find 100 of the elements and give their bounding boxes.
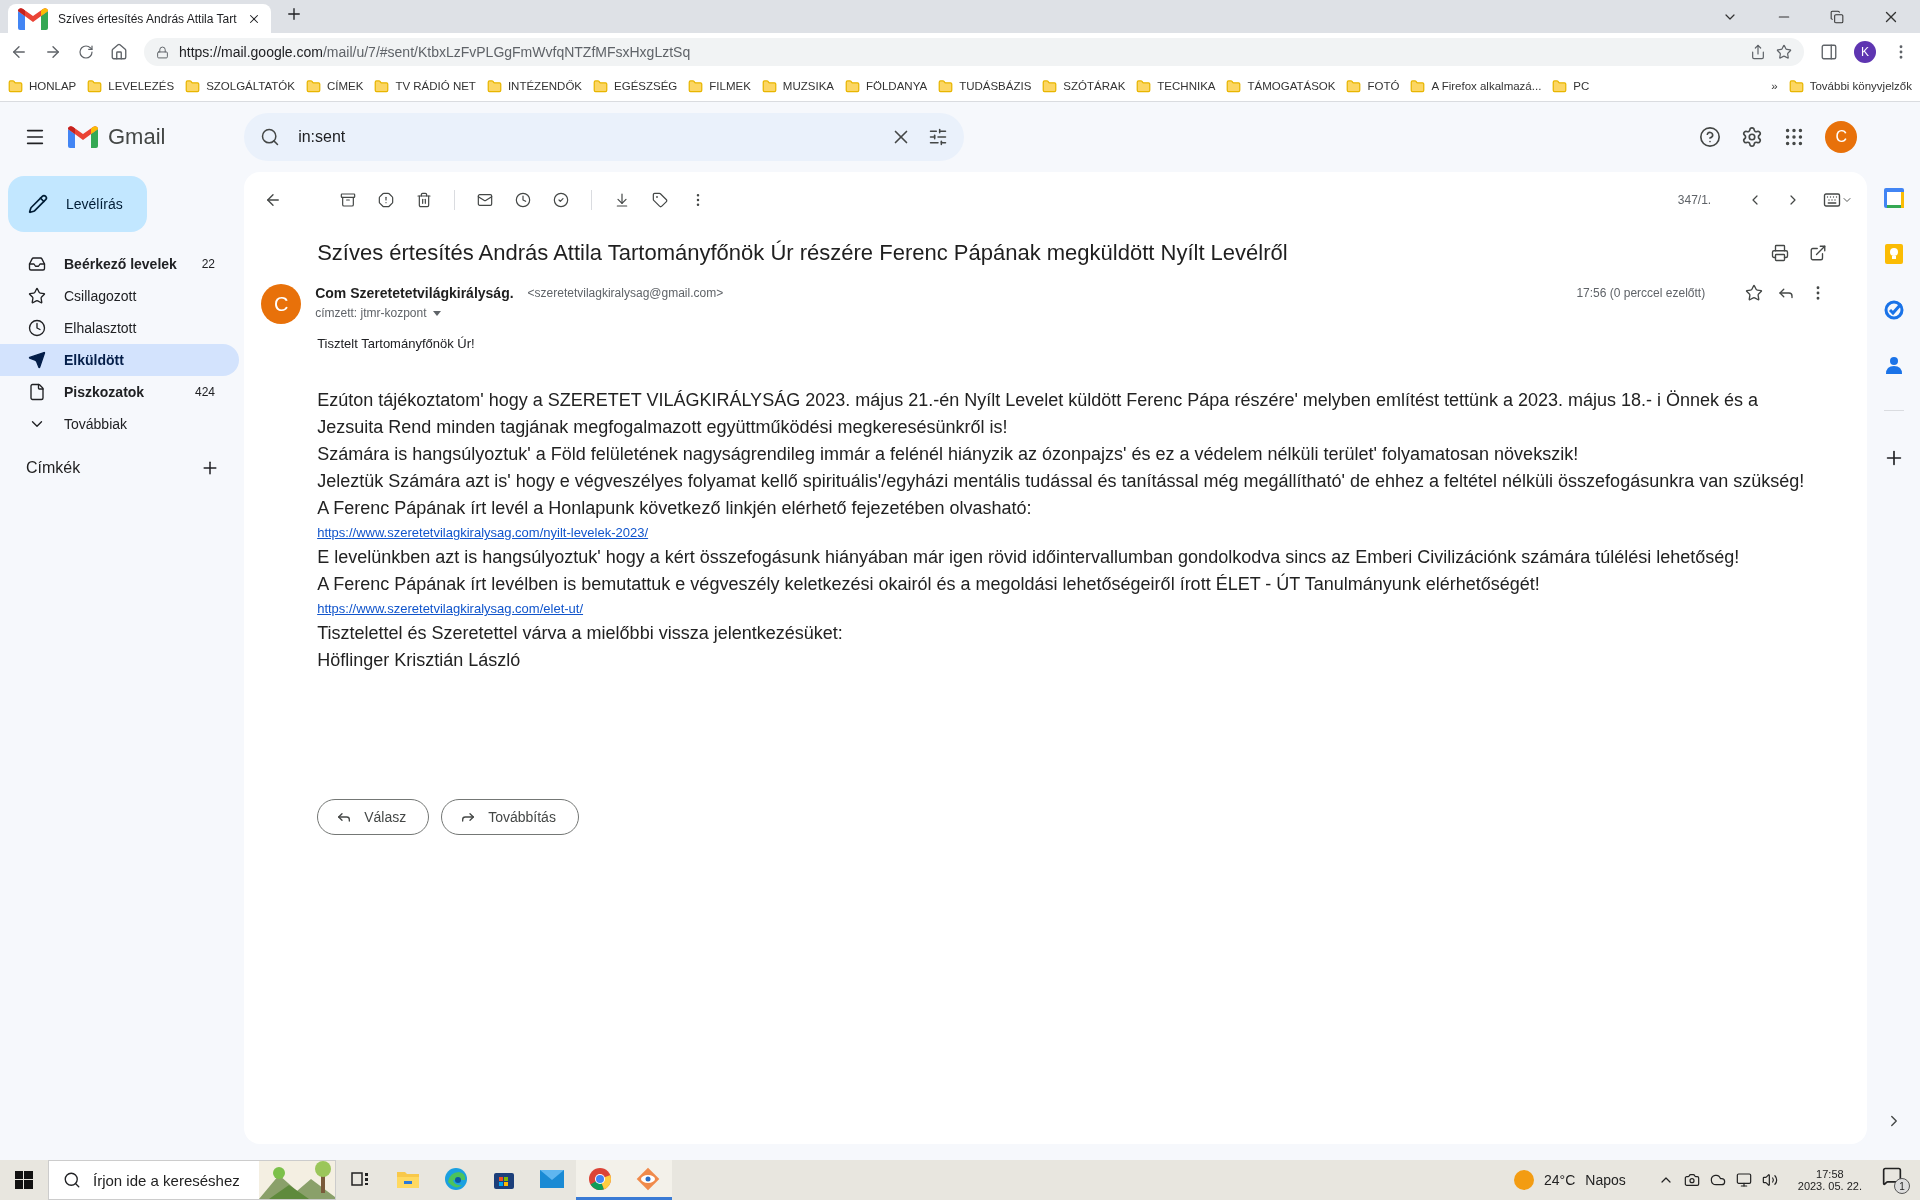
bookmark-star-icon[interactable] [1776, 44, 1792, 60]
settings-icon[interactable] [1741, 126, 1764, 148]
bookmark-folder[interactable]: EGÉSZSÉG [593, 78, 678, 94]
search-icon[interactable] [63, 1171, 81, 1189]
delete-icon[interactable] [416, 192, 433, 208]
bookmark-folder[interactable]: SZOLGÁLTATÓK [185, 78, 295, 94]
forward-button[interactable]: Továbbítás [441, 799, 579, 835]
sender-email: <szeretetvilagkiralysag@gmail.com> [527, 286, 725, 300]
nav-item[interactable]: Csillagozott [0, 280, 239, 312]
body-link[interactable]: https://www.szeretetvilagkiralysag.com/nyilt-levelek-2023/ [317, 522, 649, 544]
weather-text: Napos [1585, 1172, 1626, 1188]
folder-icon [1136, 78, 1152, 94]
restore-icon[interactable] [1830, 9, 1844, 24]
body-paragraph: A Ferenc Pápának írt levélben is bemutattuk e végveszély keletkezési okairól és a megoldási lehetőségeiről írott ÉLET - ÚT Tanulmányunk elérhetőségét! [317, 572, 1541, 596]
back-icon[interactable] [10, 43, 28, 61]
forward-icon[interactable] [44, 43, 62, 61]
archive-icon[interactable] [340, 192, 357, 208]
labels-heading: Címkék [26, 459, 81, 477]
bookmark-folder[interactable]: TUDÁSBÁZIS [938, 78, 1032, 94]
notification-icon[interactable] [1882, 1166, 1902, 1186]
body-link[interactable]: https://www.szeretetvilagkiralysag.com/elet-ut/ [317, 598, 584, 620]
bookmark-folder[interactable]: SZÓTÁRAK [1042, 78, 1126, 94]
gmail-logo-icon [18, 7, 48, 30]
nav-item[interactable]: Elküldött [0, 344, 239, 376]
keyboard-icon[interactable] [1823, 191, 1842, 209]
reload-icon[interactable] [78, 44, 94, 60]
folder-icon [761, 78, 777, 94]
address-bar[interactable]: https://mail.google.com/mail/u/7/#sent/KtbxLzFvPLGgFmWvfqNTZfMFsxHxgLztSq [144, 38, 1804, 66]
add-task-icon[interactable] [553, 192, 570, 208]
search-icon[interactable] [260, 127, 281, 147]
other-bookmarks-folder[interactable]: További könyvjelzők [1788, 78, 1912, 94]
bookmark-folder[interactable]: MUZSIKA [761, 78, 834, 94]
bookmark-folder[interactable]: LEVELEZÉS [87, 78, 175, 94]
body-paragraph: Höflinger Krisztián László [317, 649, 522, 672]
compose-button[interactable]: Levélírás [8, 176, 147, 232]
chrome-icon[interactable] [588, 1166, 612, 1191]
person-icon[interactable] [1885, 356, 1902, 374]
star-icon[interactable] [1745, 284, 1764, 302]
nav-item[interactable]: Továbbiak [0, 408, 239, 440]
folder-icon [593, 78, 609, 94]
message-time: 17:56 (0 perccel ezelőtt) [1576, 286, 1706, 300]
sender-avatar: C [261, 284, 302, 324]
envelope-icon[interactable] [540, 1169, 564, 1188]
folder-icon [1042, 78, 1058, 94]
windows-start-icon[interactable] [15, 1171, 33, 1189]
print-icon[interactable] [1771, 244, 1790, 262]
calendar-icon[interactable] [1883, 188, 1904, 208]
cloud-icon[interactable] [1709, 1172, 1726, 1188]
nav-item[interactable]: Beérkező levelek 22 [0, 248, 239, 280]
bookmark-folder[interactable]: PC [1552, 78, 1590, 94]
bookmark-folder[interactable]: TV RÁDIÓ NET [374, 78, 476, 94]
new-window-icon[interactable] [1809, 244, 1828, 262]
body-paragraph: A Ferenc Pápának írt levél a Honlapunk következő linkjén elérhető fejezetében olvasható: [317, 497, 1033, 520]
search-field[interactable]: in:sent [296, 127, 875, 147]
email-subject: Szíves értesítés András Attila Tartományfőnök Úr részére Ferenc Pápának megküldött Nyílt Levélről [317, 240, 1289, 266]
share-icon[interactable] [1750, 44, 1766, 60]
folder-icon [1346, 78, 1362, 94]
taskbar-button[interactable] [576, 1160, 624, 1200]
reply-button[interactable]: Válasz [317, 799, 430, 835]
bookmark-folder[interactable]: CÍMEK [305, 78, 364, 94]
more-bookmarks-button[interactable]: » [1771, 80, 1778, 92]
bookmark-folder[interactable]: A Firefox alkalmazá... [1410, 78, 1542, 94]
task-view-icon[interactable] [351, 1170, 369, 1187]
send-icon [28, 351, 46, 369]
taskbar-button[interactable] [624, 1160, 672, 1200]
bookmark-folder[interactable]: TÁMOGATÁSOK [1226, 78, 1336, 94]
browser-swirl-icon[interactable] [444, 1166, 468, 1191]
help-icon[interactable] [1699, 126, 1722, 148]
nav-item[interactable]: Elhalasztott [0, 312, 239, 344]
task-check-icon[interactable] [1883, 300, 1904, 320]
bookmark-folder[interactable]: INTÉZENDŐK [486, 78, 583, 94]
folder-icon [305, 78, 321, 94]
folder-icon [374, 78, 390, 94]
spam-icon[interactable] [378, 192, 395, 208]
taskbar-search-bar[interactable]: Írjon ide a kereséshez [48, 1160, 336, 1200]
bookmark-folder[interactable]: FILMEK [688, 78, 751, 94]
mark-unread-icon[interactable] [477, 192, 494, 208]
profile-avatar[interactable]: K [1854, 41, 1876, 63]
camera-icon[interactable] [1683, 1172, 1700, 1188]
folder-icon [486, 78, 502, 94]
bookmark-folder[interactable]: HONLAP [8, 78, 77, 94]
home-icon[interactable] [110, 43, 128, 61]
label-icon[interactable] [652, 192, 669, 208]
message-counter: 347/1. [1677, 193, 1712, 207]
folder-icon [1788, 78, 1804, 94]
lock-icon [156, 45, 169, 59]
folder-icon [1226, 78, 1242, 94]
search-bar[interactable]: in:sent [244, 113, 965, 161]
filter-icon[interactable] [928, 127, 949, 147]
snooze-icon[interactable] [515, 192, 532, 208]
browser-tab[interactable]: Szíves értesítés András Attila Tart [8, 4, 271, 33]
network-icon[interactable] [1735, 1172, 1752, 1188]
bookmark-folder[interactable]: TECHNIKA [1136, 78, 1216, 94]
nav-item[interactable]: Piszkozatok 424 [0, 376, 239, 408]
side-panel-icon[interactable] [1820, 43, 1838, 61]
bookmark-folder[interactable]: FÖLDANYA [845, 78, 928, 94]
volume-icon[interactable] [1761, 1172, 1778, 1188]
bookmark-folder[interactable]: FOTÓ [1346, 78, 1400, 94]
caret-icon[interactable] [432, 310, 441, 316]
sender-name: Com Szeretetetvilágkirályság. [315, 285, 514, 301]
